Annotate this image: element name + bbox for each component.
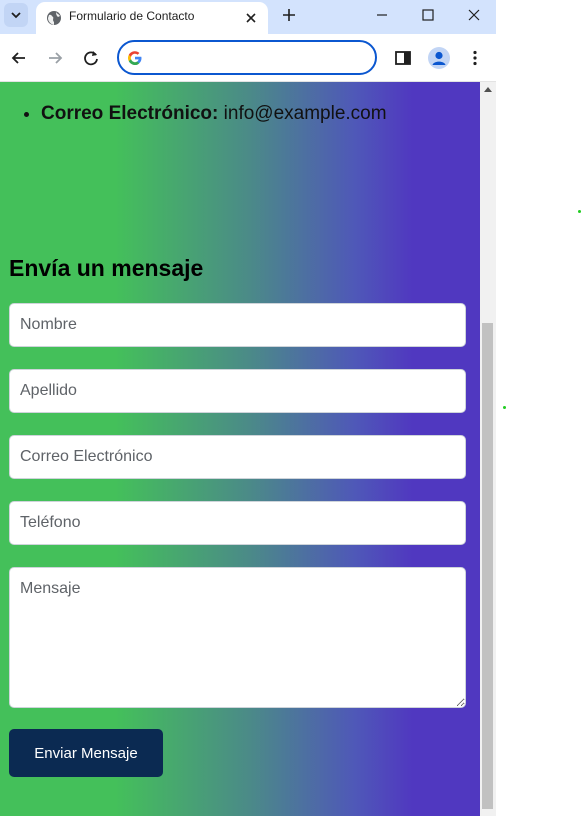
window-close-icon[interactable] [467, 8, 481, 22]
forward-arrow-icon[interactable] [46, 49, 64, 67]
scroll-up-arrow-icon[interactable] [484, 87, 492, 92]
address-bar[interactable] [117, 40, 377, 75]
scrollbar-thumb[interactable] [482, 323, 493, 809]
tab-title: Formulario de Contacto [69, 9, 195, 23]
user-icon [432, 51, 446, 65]
vertical-scrollbar[interactable] [480, 82, 496, 816]
phone-input[interactable] [9, 501, 466, 545]
email-input[interactable] [9, 435, 466, 479]
address-input[interactable] [151, 46, 365, 70]
message-textarea[interactable] [9, 567, 466, 708]
menu-kebab-icon[interactable] [466, 49, 484, 67]
google-icon [128, 51, 142, 65]
close-icon[interactable] [244, 11, 258, 25]
back-arrow-icon[interactable] [10, 49, 28, 67]
form-title: Envía un mensaje [9, 255, 204, 281]
first-name-input[interactable] [9, 303, 466, 347]
new-tab-icon[interactable] [281, 7, 297, 23]
contact-email-item: Correo Electrónico: info@example.com [41, 100, 387, 128]
browser-toolbar [0, 34, 496, 82]
page-viewport: Correo Electrónico: info@example.com Env… [0, 82, 480, 816]
tab-strip: Formulario de Contacto [0, 0, 496, 34]
chevron-down-icon [11, 12, 21, 19]
last-name-input[interactable] [9, 369, 466, 413]
contact-email-value: info@example.com [223, 103, 387, 124]
reload-icon[interactable] [82, 49, 100, 67]
green-dot [503, 406, 506, 409]
browser-window: Formulario de Contacto • Correo Electrón… [0, 0, 496, 816]
tab-search-button[interactable] [4, 3, 28, 27]
globe-icon [47, 11, 61, 25]
profile-avatar[interactable] [428, 47, 450, 69]
maximize-icon[interactable] [421, 8, 435, 22]
submit-button[interactable]: Enviar Mensaje [9, 729, 163, 777]
minimize-icon[interactable] [375, 8, 389, 22]
contact-email-label: Correo Electrónico: [41, 103, 219, 124]
green-dot [578, 210, 581, 213]
contact-info-list: Correo Electrónico: info@example.com [0, 100, 387, 128]
side-panel-icon[interactable] [394, 49, 412, 67]
tab-active[interactable]: Formulario de Contacto [36, 2, 268, 34]
